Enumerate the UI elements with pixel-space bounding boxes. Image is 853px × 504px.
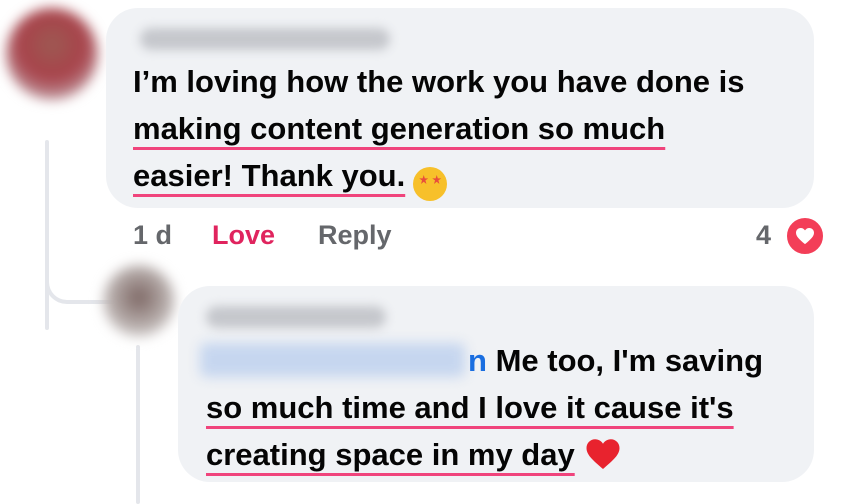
reaction-count[interactable]: 4 bbox=[756, 218, 771, 252]
commenter-avatar[interactable] bbox=[6, 8, 98, 100]
mention-tag[interactable]: n bbox=[206, 343, 487, 378]
love-reaction-icon[interactable] bbox=[785, 216, 825, 256]
commenter-name-redacted bbox=[140, 28, 390, 50]
red-heart-emoji-icon bbox=[585, 437, 621, 484]
reply-line-3: creating space in my day bbox=[206, 437, 575, 472]
comment-text: I’m loving how the work you have done is… bbox=[133, 58, 803, 201]
comment-line-2: making content generation so much bbox=[133, 111, 666, 146]
reply-button[interactable]: Reply bbox=[318, 218, 392, 252]
replier-avatar[interactable] bbox=[103, 265, 175, 337]
star-struck-emoji-icon: 🤩 bbox=[413, 167, 448, 201]
comment-line-3: easier! Thank you. bbox=[133, 158, 406, 193]
heart-icon bbox=[796, 227, 814, 245]
reply-line-1: Me too, I'm saving bbox=[495, 343, 764, 378]
comment-line-1: I’m loving how the work you have done is bbox=[133, 64, 745, 99]
reply-line-2: so much time and I love it cause it's bbox=[206, 390, 734, 425]
reply-thread-line bbox=[136, 345, 140, 504]
replier-name-redacted bbox=[206, 306, 386, 328]
reply-text: n Me too, I'm saving so much time and I … bbox=[206, 337, 806, 484]
love-button[interactable]: Love bbox=[212, 218, 275, 252]
comment-timestamp: 1 d bbox=[133, 220, 173, 250]
